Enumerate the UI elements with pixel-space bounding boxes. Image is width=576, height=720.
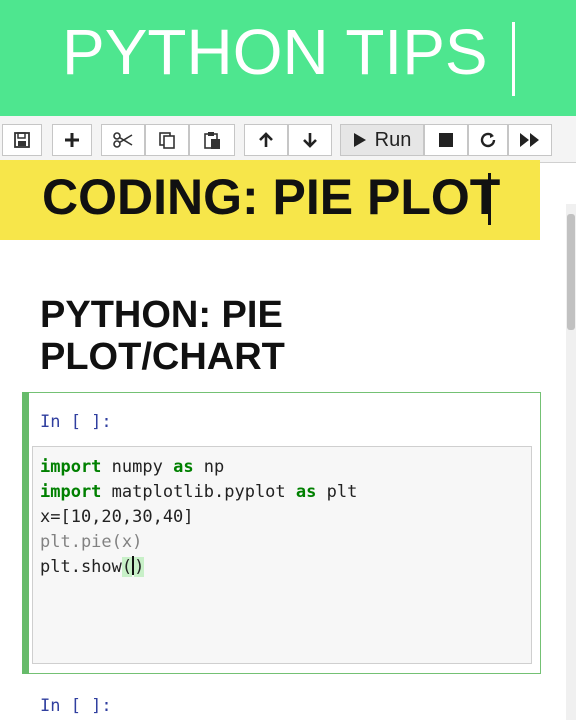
plus-icon bbox=[63, 131, 81, 149]
code-line: x=[10,20,30,40] bbox=[40, 507, 194, 527]
heading-line-2: PLOT/CHART bbox=[40, 336, 285, 378]
cell-prompt: In [ ]: bbox=[40, 412, 112, 432]
cut-button[interactable] bbox=[101, 124, 145, 156]
fast-forward-icon bbox=[519, 132, 541, 148]
restart-run-all-button[interactable] bbox=[508, 124, 552, 156]
caption-text-cursor bbox=[488, 173, 491, 225]
caption-title: CODING: PIE PLOT bbox=[42, 169, 501, 225]
restart-icon bbox=[479, 131, 497, 149]
cell-selection-bar bbox=[22, 392, 29, 674]
bracket-match: ) bbox=[134, 557, 145, 577]
paste-button[interactable] bbox=[189, 124, 235, 156]
interrupt-button[interactable] bbox=[424, 124, 468, 156]
copy-button[interactable] bbox=[145, 124, 189, 156]
markdown-heading: PYTHON: PIE PLOT/CHART bbox=[40, 294, 285, 378]
text-cursor bbox=[512, 22, 515, 96]
banner-title: PYTHON TIPS bbox=[62, 16, 488, 88]
save-button[interactable] bbox=[2, 124, 42, 156]
notebook-toolbar: Run bbox=[0, 116, 576, 163]
stop-icon bbox=[438, 132, 454, 148]
run-button[interactable]: Run bbox=[340, 124, 424, 156]
code-text: import numpy as np import matplotlib.pypl… bbox=[40, 455, 357, 580]
insert-cell-button[interactable] bbox=[52, 124, 92, 156]
code-line: plt.pie(x) bbox=[40, 532, 143, 552]
move-up-button[interactable] bbox=[244, 124, 288, 156]
restart-button[interactable] bbox=[468, 124, 508, 156]
arrow-down-icon bbox=[301, 131, 319, 149]
paste-icon bbox=[202, 130, 222, 150]
code-line: import numpy as np bbox=[40, 457, 225, 477]
run-icon bbox=[353, 132, 367, 148]
code-line: plt.show() bbox=[40, 556, 145, 577]
code-line: import matplotlib.pyplot as plt bbox=[40, 482, 358, 502]
cut-icon bbox=[112, 131, 134, 149]
move-down-button[interactable] bbox=[288, 124, 332, 156]
heading-line-1: PYTHON: PIE bbox=[40, 294, 283, 336]
save-icon bbox=[13, 131, 31, 149]
copy-icon bbox=[157, 130, 177, 150]
arrow-up-icon bbox=[257, 131, 275, 149]
scrollbar-thumb[interactable] bbox=[567, 214, 575, 330]
next-cell-prompt: In [ ]: bbox=[40, 696, 112, 716]
bracket-match: ( bbox=[121, 557, 133, 577]
run-label: Run bbox=[374, 128, 412, 151]
